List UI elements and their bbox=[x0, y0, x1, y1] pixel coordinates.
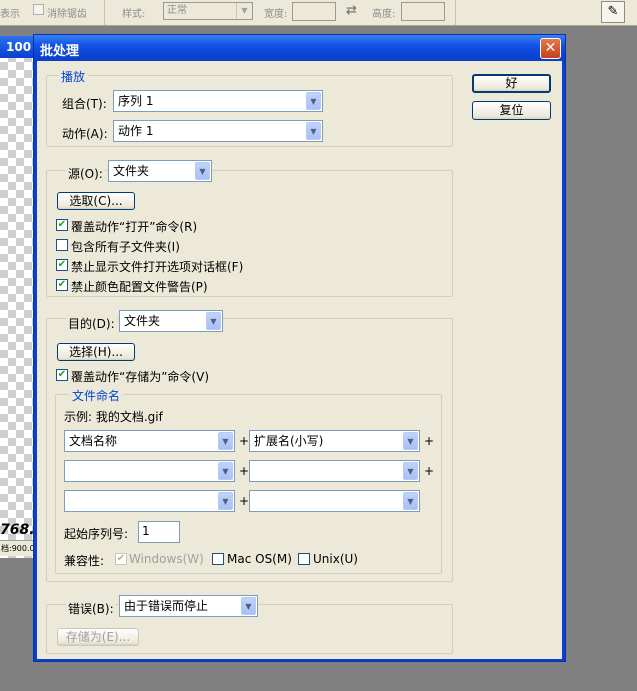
source-choose-button[interactable]: 选取(C)... bbox=[57, 192, 135, 210]
reset-button[interactable]: 复位 bbox=[472, 101, 551, 120]
errors-value: 由于错误而停止 bbox=[124, 599, 209, 613]
compat-mac-checkbox[interactable] bbox=[212, 553, 224, 565]
action-label: 动作(A): bbox=[62, 127, 108, 141]
file-naming-legend: 文件命名 bbox=[69, 387, 124, 404]
chevron-down-icon: ▼ bbox=[306, 92, 321, 110]
plus-sign: + bbox=[239, 494, 250, 508]
override-save-checkbox[interactable]: ✔ bbox=[56, 369, 68, 381]
suppress-color-warnings-checkbox[interactable]: ✔ bbox=[56, 279, 68, 291]
compat-unix-checkbox[interactable] bbox=[298, 553, 310, 565]
naming-field-1[interactable]: 文档名称 ▼ bbox=[64, 430, 235, 452]
suppress-color-warnings-label: 禁止颜色配置文件警告(P) bbox=[71, 280, 208, 294]
naming-field-3[interactable]: ▼ bbox=[64, 460, 235, 482]
dialog-titlebar[interactable] bbox=[34, 35, 565, 61]
errors-select[interactable]: 由于错误而停止 ▼ bbox=[119, 595, 258, 617]
chevron-down-icon: ▼ bbox=[403, 432, 418, 450]
set-value: 序列 1 bbox=[118, 94, 154, 108]
compat-unix-label: Unix(U) bbox=[313, 552, 358, 566]
include-subfolders-label: 包含所有子文件夹(I) bbox=[71, 240, 180, 254]
width-input[interactable] bbox=[292, 2, 336, 21]
options-bar: 表示 消除锯齿 样式: 正常 ▼ 宽度: ⇄ 高度: ✎ bbox=[0, 0, 637, 26]
chevron-down-icon: ▼ bbox=[403, 462, 418, 480]
anti-alias-label: 消除锯齿 bbox=[47, 9, 87, 20]
close-icon[interactable]: ✕ bbox=[540, 38, 561, 59]
source-label: 源(O): bbox=[66, 165, 105, 182]
save-as-button[interactable]: 存储为(E)... bbox=[57, 628, 139, 646]
chevron-down-icon: ▼ bbox=[195, 162, 210, 180]
source-select[interactable]: 文件夹 ▼ bbox=[108, 160, 212, 182]
file-naming-example: 示例: 我的文档.gif bbox=[64, 410, 163, 424]
override-open-checkbox[interactable]: ✔ bbox=[56, 219, 68, 231]
divider bbox=[455, 0, 456, 25]
style-value: 正常 bbox=[167, 5, 187, 16]
source-value: 文件夹 bbox=[113, 164, 150, 178]
suppress-open-dialogs-checkbox[interactable]: ✔ bbox=[56, 259, 68, 271]
naming-field-5[interactable]: ▼ bbox=[64, 490, 235, 512]
destination-label: 目的(D): bbox=[66, 315, 117, 332]
dialog-title: 批处理 bbox=[40, 44, 80, 59]
play-legend: 播放 bbox=[58, 68, 89, 85]
naming-field-4[interactable]: ▼ bbox=[249, 460, 420, 482]
override-save-label: 覆盖动作“存储为”命令(V) bbox=[71, 370, 210, 384]
height-label: 高度: bbox=[372, 9, 396, 20]
include-subfolders-checkbox[interactable] bbox=[56, 239, 68, 251]
style-select[interactable]: 正常 ▼ bbox=[163, 2, 253, 20]
destination-choose-button[interactable]: 选择(H)... bbox=[57, 343, 135, 361]
naming-field-2-value: 扩展名(小写) bbox=[254, 434, 324, 448]
serial-input[interactable]: 1 bbox=[138, 521, 180, 543]
compat-mac-label: Mac OS(M) bbox=[227, 552, 292, 566]
destination-select[interactable]: 文件夹 ▼ bbox=[119, 310, 223, 332]
swap-icon[interactable]: ⇄ bbox=[346, 3, 357, 18]
action-select[interactable]: 动作 1 ▼ bbox=[113, 120, 323, 142]
plus-sign: + bbox=[424, 464, 435, 478]
chevron-down-icon: ▼ bbox=[206, 312, 221, 330]
palette-icon[interactable]: ✎ bbox=[601, 1, 625, 23]
set-label: 组合(T): bbox=[62, 97, 107, 111]
options-left-item[interactable]: 表示 bbox=[0, 5, 20, 20]
divider bbox=[104, 0, 105, 25]
suppress-open-dialogs-label: 禁止显示文件打开选项对话框(F) bbox=[71, 260, 244, 274]
style-label: 样式: bbox=[122, 9, 146, 20]
errors-label: 错误(B): bbox=[66, 600, 116, 617]
serial-label: 起始序列号: bbox=[64, 527, 129, 541]
chevron-down-icon: ▼ bbox=[241, 597, 256, 615]
action-value: 动作 1 bbox=[118, 124, 154, 138]
naming-field-6[interactable]: ▼ bbox=[249, 490, 420, 512]
chevron-down-icon: ▼ bbox=[218, 462, 233, 480]
compat-windows-label: Windows(W) bbox=[129, 552, 204, 566]
anti-alias-checkbox[interactable] bbox=[33, 4, 44, 15]
height-input[interactable] bbox=[401, 2, 445, 21]
chevron-down-icon: ▼ bbox=[218, 432, 233, 450]
naming-field-2[interactable]: 扩展名(小写) ▼ bbox=[249, 430, 420, 452]
compat-windows-checkbox[interactable]: ✔ bbox=[115, 553, 127, 565]
set-select[interactable]: 序列 1 ▼ bbox=[113, 90, 323, 112]
ok-button[interactable]: 好 bbox=[472, 74, 551, 93]
width-label: 宽度: bbox=[264, 9, 288, 20]
chevron-down-icon: ▼ bbox=[236, 3, 252, 19]
plus-sign: + bbox=[239, 464, 250, 478]
destination-value: 文件夹 bbox=[124, 314, 161, 328]
compat-label: 兼容性: bbox=[64, 554, 105, 568]
chevron-down-icon: ▼ bbox=[403, 492, 418, 510]
plus-sign: + bbox=[239, 434, 250, 448]
naming-field-1-value: 文档名称 bbox=[69, 434, 118, 448]
plus-sign: + bbox=[424, 434, 435, 448]
override-open-label: 覆盖动作“打开”命令(R) bbox=[71, 220, 198, 234]
chevron-down-icon: ▼ bbox=[306, 122, 321, 140]
chevron-down-icon: ▼ bbox=[218, 492, 233, 510]
